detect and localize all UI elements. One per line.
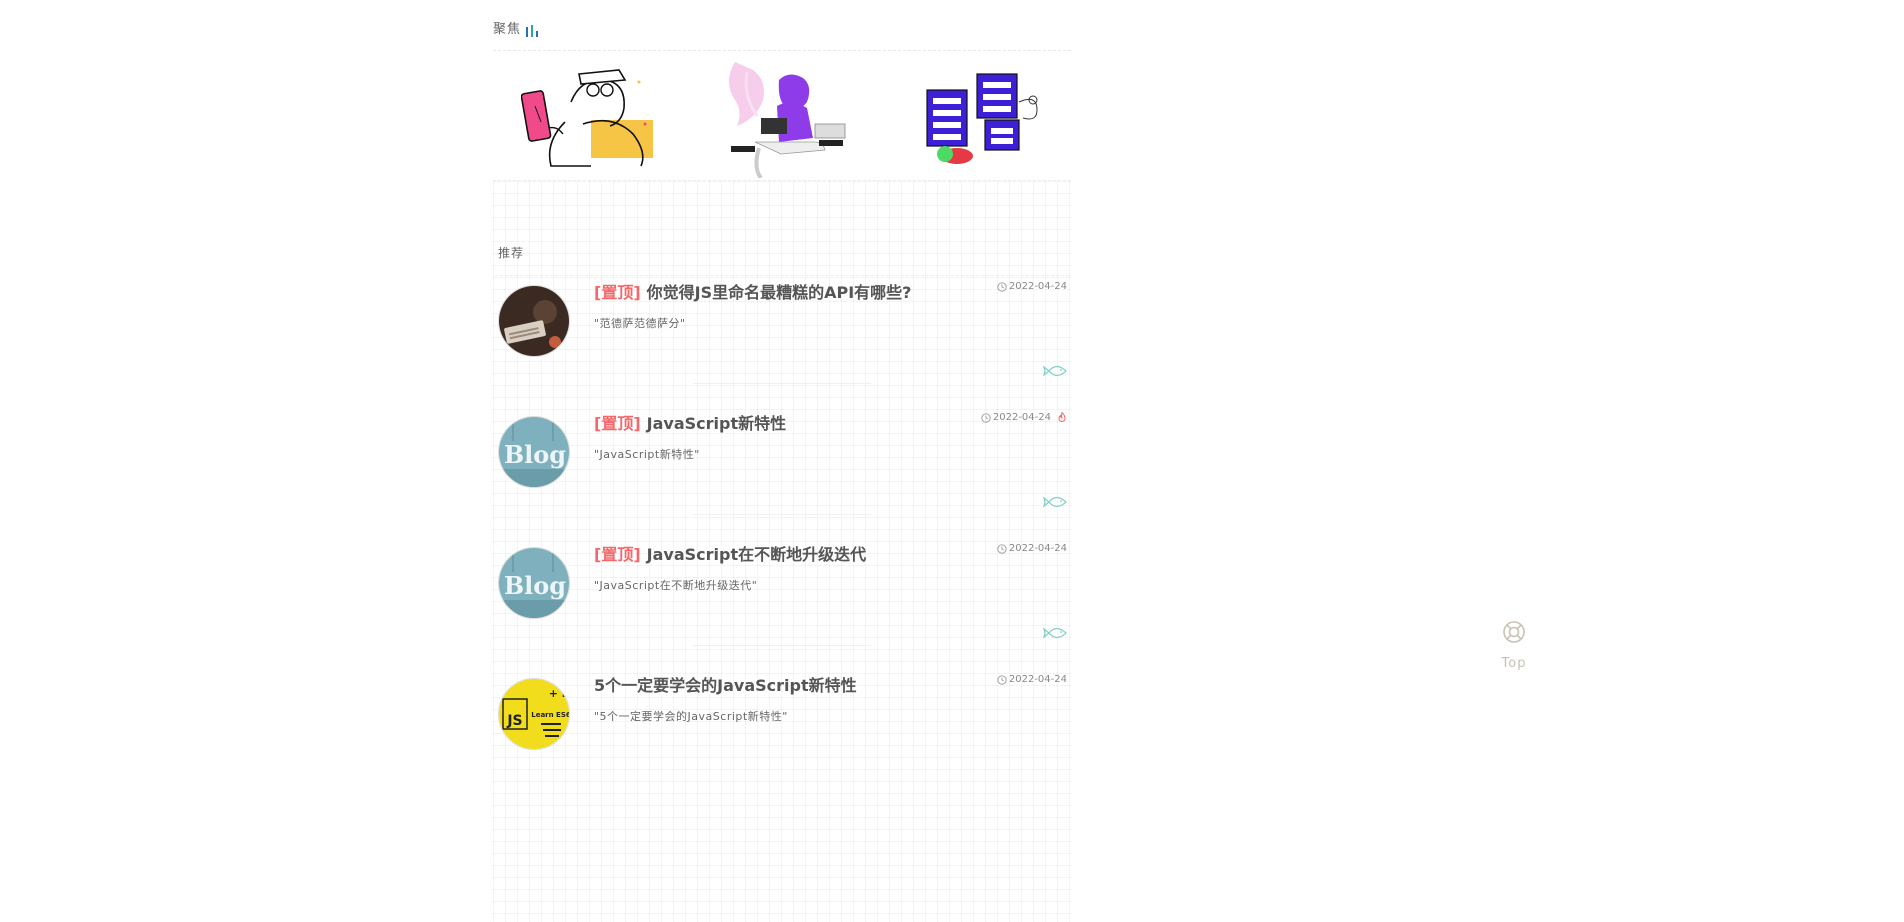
focus-title: 聚焦 xyxy=(493,22,522,37)
post-title[interactable]: [置顶] 你觉得JS里命名最糟糕的API有哪些? xyxy=(594,279,911,303)
clock-icon xyxy=(997,543,1007,554)
fish-icon[interactable] xyxy=(1043,626,1067,640)
post-date: 2022-04-24 xyxy=(997,674,1067,685)
post-title[interactable]: [置顶] JavaScript新特性 xyxy=(594,410,786,434)
recommend-divider xyxy=(495,275,1069,276)
post-separator xyxy=(693,383,871,384)
post-title[interactable]: 5个一定要学会的JavaScript新特性 xyxy=(594,672,857,696)
focus-section-header: 聚焦 xyxy=(493,16,1071,51)
post-excerpt: "JavaScript新特性" xyxy=(594,448,700,461)
js-caption-text: Learn ES6 xyxy=(531,711,570,719)
pin-label: [置顶] xyxy=(594,545,641,564)
post-excerpt: "范德萨范德萨分" xyxy=(594,317,686,330)
post-item[interactable]: JS + E Learn ES6 5个一定要学会的JavaScript新特性 2… xyxy=(493,674,1071,809)
post-item[interactable]: Blog [置顶] JavaScript在不断地升级迭代 2022-04-24 "… xyxy=(493,543,1071,678)
post-excerpt: "5个一定要学会的JavaScript新特性" xyxy=(594,710,788,723)
post-title-text[interactable]: 你觉得JS里命名最糟糕的API有哪些? xyxy=(647,283,912,302)
recommend-title: 推荐 xyxy=(498,246,525,260)
post-title-text[interactable]: JavaScript在不断地升级迭代 xyxy=(647,545,866,564)
back-to-top-label: Top xyxy=(1501,656,1527,671)
main-column: 聚焦 推荐 [置顶] 你觉得JS里命名最糟糕的API有哪些? 2022-04-2… xyxy=(493,0,1071,922)
clock-icon xyxy=(997,674,1007,685)
post-avatar-photo[interactable] xyxy=(498,285,570,357)
post-date-text: 2022-04-24 xyxy=(992,412,1051,423)
post-date-text: 2022-04-24 xyxy=(1008,281,1067,292)
post-excerpt: "JavaScript在不断地升级迭代" xyxy=(594,579,758,592)
post-title[interactable]: [置顶] JavaScript在不断地升级迭代 xyxy=(594,541,866,565)
post-item[interactable]: [置顶] 你觉得JS里命名最糟糕的API有哪些? 2022-04-24 "范德萨范… xyxy=(493,281,1071,416)
bars-chart-icon xyxy=(526,25,538,37)
post-item[interactable]: Blog [置顶] JavaScript新特性 2022-04-24 "JavaS… xyxy=(493,412,1071,547)
post-separator xyxy=(693,645,871,646)
post-date: 2022-04-24 xyxy=(997,281,1067,292)
back-to-top-button[interactable]: Top xyxy=(1494,620,1534,676)
fire-icon xyxy=(1058,412,1066,422)
page: 聚焦 推荐 [置顶] 你觉得JS里命名最糟糕的API有哪些? 2022-04-2… xyxy=(0,0,1904,922)
blog-text: Blog xyxy=(504,571,566,600)
fish-icon[interactable] xyxy=(1043,364,1067,378)
post-date-text: 2022-04-24 xyxy=(1008,543,1067,554)
js-text: JS xyxy=(506,713,522,729)
post-avatar-js[interactable]: JS + E Learn ES6 xyxy=(498,678,570,750)
lifebuoy-icon xyxy=(1503,621,1525,643)
pin-label: [置顶] xyxy=(594,283,641,302)
post-title-text[interactable]: 5个一定要学会的JavaScript新特性 xyxy=(594,676,857,695)
post-date: 2022-04-24 xyxy=(981,412,1067,423)
clock-icon xyxy=(981,412,991,423)
content-grid: 推荐 [置顶] 你觉得JS里命名最糟糕的API有哪些? 2022-04-24 "… xyxy=(493,180,1071,922)
sitting-girl-illustration[interactable] xyxy=(719,62,869,178)
reader-illustration[interactable] xyxy=(521,62,671,178)
illustration-row xyxy=(493,62,1071,178)
post-avatar-blog[interactable]: Blog xyxy=(498,416,570,488)
clock-icon xyxy=(997,281,1007,292)
post-date: 2022-04-24 xyxy=(997,543,1067,554)
js-plus-text: + E xyxy=(549,687,570,700)
pin-label: [置顶] xyxy=(594,414,641,433)
post-title-text[interactable]: JavaScript新特性 xyxy=(647,414,786,433)
post-avatar-blog[interactable]: Blog xyxy=(498,547,570,619)
servers-illustration[interactable] xyxy=(923,62,1073,178)
fish-icon[interactable] xyxy=(1043,495,1067,509)
post-date-text: 2022-04-24 xyxy=(1008,674,1067,685)
post-separator xyxy=(693,514,871,515)
blog-text: Blog xyxy=(504,440,566,469)
